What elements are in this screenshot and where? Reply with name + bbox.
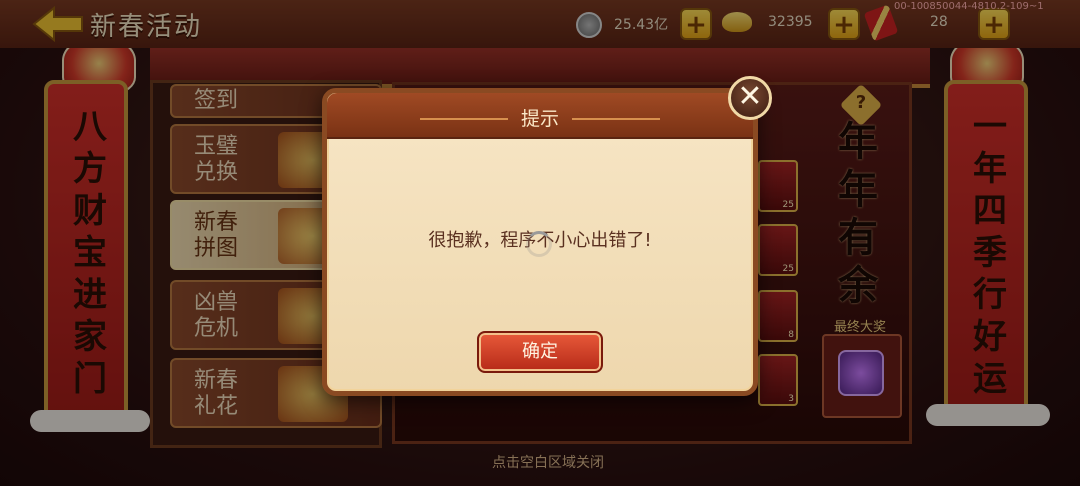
- loading-spinner-icon: [526, 231, 552, 257]
- confirm-button[interactable]: 确定: [477, 331, 603, 373]
- close-icon[interactable]: ✕: [728, 76, 772, 120]
- dialog-title: 提示: [520, 108, 559, 130]
